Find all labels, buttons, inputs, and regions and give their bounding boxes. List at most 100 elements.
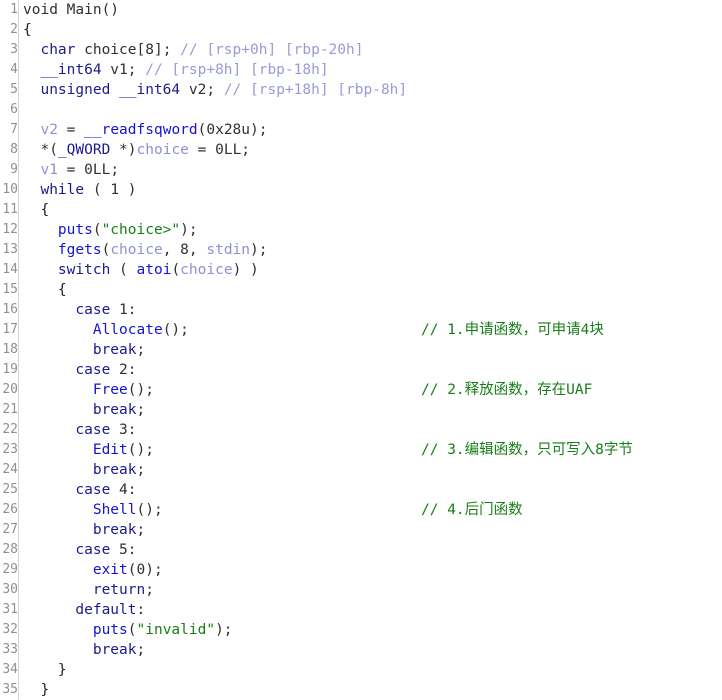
code-line[interactable]: 26 Shell(); // 4.后门函数 (0, 500, 722, 520)
code-line[interactable]: 2{ (0, 20, 722, 40)
code-line-text[interactable]: break; (19, 460, 722, 480)
code-line-text[interactable]: case 1: (19, 300, 722, 320)
token-plain: void Main() (23, 2, 120, 18)
code-line[interactable]: 33 break; (0, 640, 722, 660)
token-fn[interactable]: Allocate (93, 322, 163, 338)
token-fn[interactable]: __readfsqword (84, 122, 198, 138)
token-fn[interactable]: puts (93, 622, 128, 638)
line-number: 8 (10, 142, 18, 157)
code-line-text[interactable]: default: (19, 600, 722, 620)
code-line[interactable]: 16 case 1: (0, 300, 722, 320)
code-line-text[interactable]: } (19, 680, 722, 700)
code-line-text[interactable]: case 4: (19, 480, 722, 500)
code-line[interactable]: 12 puts("choice>"); (0, 220, 722, 240)
code-line[interactable]: 11 { (0, 200, 722, 220)
token-fn[interactable]: Shell (93, 502, 137, 518)
code-line-text[interactable]: break; (19, 640, 722, 660)
code-line[interactable]: 10 while ( 1 ) (0, 180, 722, 200)
token-plain: 1: (110, 302, 137, 318)
code-line-text[interactable]: case 2: (19, 360, 722, 380)
token-kw: default (75, 602, 137, 618)
code-line-text[interactable]: puts("choice>"); (19, 220, 722, 240)
code-line-text[interactable]: *(_QWORD *)choice = 0LL; (19, 140, 722, 160)
code-line[interactable]: 23 Edit(); // 3.编辑函数，只可写入8字节 (0, 440, 722, 460)
token-plain: (0); (127, 562, 163, 578)
pseudocode-code-view[interactable]: 1 void Main() 2{3 char choice[8]; // [rsp+… (0, 0, 722, 700)
token-fn[interactable]: Edit (93, 442, 128, 458)
code-line[interactable]: 4 __int64 v1; // [rsp+8h] [rbp-18h] (0, 60, 722, 80)
code-line[interactable]: 15 { (0, 280, 722, 300)
token-plain: ( (127, 622, 137, 638)
code-line[interactable]: 28 case 5: (0, 540, 722, 560)
code-line-text[interactable]: break; (19, 520, 722, 540)
code-line[interactable]: 31 default: (0, 600, 722, 620)
code-line-text[interactable]: __int64 v1; // [rsp+8h] [rbp-18h] (19, 60, 722, 80)
code-line-text[interactable]: fgets(choice, 8, stdin); (19, 240, 722, 260)
code-line-text[interactable]: { (19, 200, 722, 220)
code-line[interactable]: 6 (0, 100, 722, 120)
code-line[interactable]: 20 Free(); // 2.释放函数，存在UAF (0, 380, 722, 400)
code-line[interactable]: 19 case 2: (0, 360, 722, 380)
token-var[interactable]: stdin (206, 242, 250, 258)
token-fn[interactable]: Free (93, 382, 128, 398)
token-kw: break (92, 522, 137, 538)
code-line-text[interactable]: break; (19, 400, 722, 420)
code-line[interactable]: 25 case 4: (0, 480, 722, 500)
token-fn[interactable]: fgets (58, 242, 102, 258)
code-line-text[interactable]: Allocate(); // 1.申请函数，可申请4块 (19, 320, 722, 340)
code-line-text[interactable]: break; (19, 340, 722, 360)
code-line-text[interactable]: Edit(); // 3.编辑函数，只可写入8字节 (19, 440, 722, 460)
code-line-text[interactable]: { (19, 20, 722, 40)
code-line-text[interactable]: Free(); // 2.释放函数，存在UAF (19, 380, 722, 400)
code-line-text[interactable]: exit(0); (19, 560, 722, 580)
code-line-text[interactable]: v2 = __readfsqword(0x28u); (19, 120, 722, 140)
code-line-text[interactable]: switch ( atoi(choice) ) (19, 260, 722, 280)
code-line[interactable]: 9 v1 = 0LL; (0, 160, 722, 180)
token-fn[interactable]: exit (93, 562, 128, 578)
code-line[interactable]: 1 void Main() (0, 0, 722, 20)
code-line-text[interactable]: case 3: (19, 420, 722, 440)
token-var[interactable]: v2 (40, 122, 57, 138)
code-line[interactable]: 3 char choice[8]; // [rsp+0h] [rbp-20h] (0, 40, 722, 60)
code-line[interactable]: 21 break; (0, 400, 722, 420)
token-var[interactable]: choice (180, 262, 232, 278)
code-line[interactable]: 8 *(_QWORD *)choice = 0LL; (0, 140, 722, 160)
code-line[interactable]: 18 break; (0, 340, 722, 360)
token-punc: { (40, 202, 50, 218)
token-var[interactable]: choice (137, 142, 189, 158)
line-number: 18 (2, 342, 18, 357)
code-line-text[interactable]: } (19, 660, 722, 680)
code-line-text[interactable]: { (19, 280, 722, 300)
token-plain: 2: (110, 362, 137, 378)
code-line-text[interactable]: v1 = 0LL; (19, 160, 722, 180)
code-line[interactable]: 30 return; (0, 580, 722, 600)
code-line[interactable]: 24 break; (0, 460, 722, 480)
code-line[interactable]: 35 } (0, 680, 722, 700)
code-line-text[interactable]: unsigned __int64 v2; // [rsp+18h] [rbp-8… (19, 80, 722, 100)
token-var[interactable]: v1 (40, 162, 57, 178)
code-line-text[interactable]: return; (19, 580, 722, 600)
code-line[interactable]: 17 Allocate(); // 1.申请函数，可申请4块 (0, 320, 722, 340)
code-line-text[interactable]: while ( 1 ) (19, 180, 722, 200)
code-line[interactable]: 29 exit(0); (0, 560, 722, 580)
code-line-text[interactable]: case 5: (19, 540, 722, 560)
code-line[interactable]: 22 case 3: (0, 420, 722, 440)
token-fn[interactable]: atoi (137, 262, 172, 278)
code-line-text[interactable]: char choice[8]; // [rsp+0h] [rbp-20h] (19, 40, 722, 60)
code-line[interactable]: 13 fgets(choice, 8, stdin); (0, 240, 722, 260)
token-plain: (0x28u); (197, 122, 268, 138)
token-fn[interactable]: puts (58, 222, 93, 238)
line-number: 19 (2, 362, 18, 377)
code-line-text[interactable]: Shell(); // 4.后门函数 (19, 500, 722, 520)
code-line[interactable]: 27 break; (0, 520, 722, 540)
code-line[interactable]: 32 puts("invalid"); (0, 620, 722, 640)
code-line[interactable]: 7 v2 = __readfsqword(0x28u); (0, 120, 722, 140)
code-line[interactable]: 34 } (0, 660, 722, 680)
token-var[interactable]: choice (110, 242, 162, 258)
code-line[interactable]: 14 switch ( atoi(choice) ) (0, 260, 722, 280)
code-line-text[interactable]: void Main() (19, 0, 722, 20)
token-plain: (); (127, 442, 154, 458)
code-line-text[interactable]: puts("invalid"); (19, 620, 722, 640)
code-line[interactable]: 5 unsigned __int64 v2; // [rsp+18h] [rbp… (0, 80, 722, 100)
